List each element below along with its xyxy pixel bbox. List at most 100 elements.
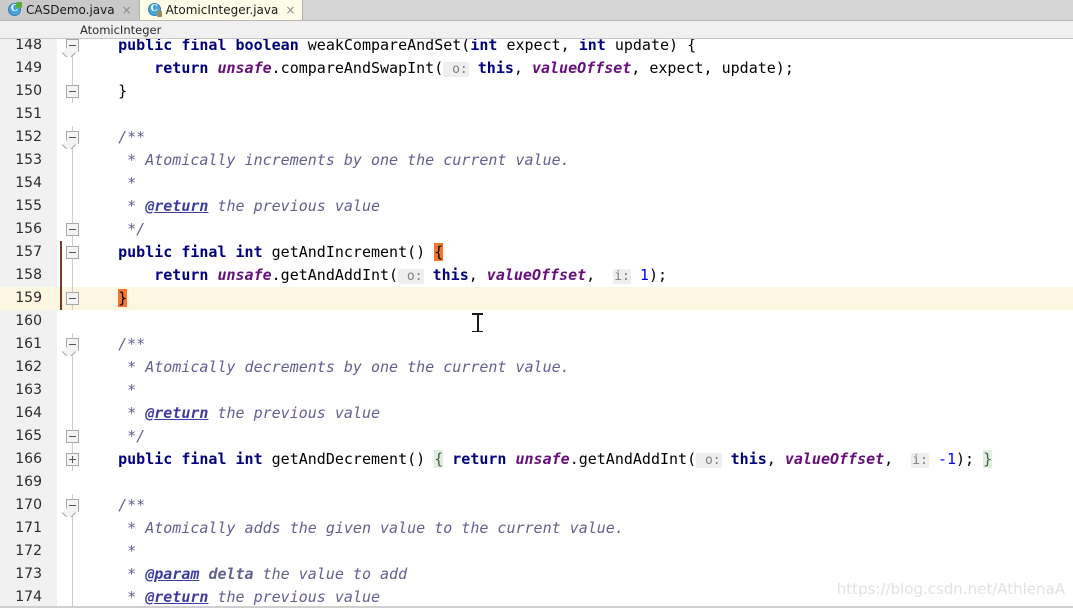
gutter-fold-strip: [57, 517, 80, 540]
code-line[interactable]: 165 */: [0, 425, 1073, 448]
fold-connector-line: [72, 517, 73, 540]
fold-collapse-icon[interactable]: [66, 430, 79, 443]
line-content[interactable]: * @return the previous value: [80, 586, 1073, 608]
breadcrumb-item-class[interactable]: AtomicInteger: [80, 23, 161, 37]
code-line[interactable]: 156 */: [0, 218, 1073, 241]
tab-casdemo[interactable]: C CASDemo.java ×: [0, 0, 140, 20]
line-content[interactable]: * @return the previous value: [80, 195, 1073, 218]
breadcrumb: AtomicInteger: [0, 21, 1073, 39]
fold-collapse-icon[interactable]: [66, 223, 79, 236]
line-content[interactable]: *: [80, 540, 1073, 563]
line-gutter: 154: [0, 172, 80, 195]
code-line[interactable]: 152 /**: [0, 126, 1073, 149]
code-line[interactable]: 153 * Atomically increments by one the c…: [0, 149, 1073, 172]
line-number: 172: [15, 543, 42, 559]
line-gutter: 173: [0, 563, 80, 586]
code-line[interactable]: 158 return unsafe.getAndAddInt( o: this,…: [0, 264, 1073, 287]
code-line[interactable]: 159 }: [0, 287, 1073, 310]
code-token: public final boolean: [118, 39, 308, 54]
fold-expand-icon[interactable]: [66, 453, 79, 466]
code-line[interactable]: 155 * @return the previous value: [0, 195, 1073, 218]
line-number: 173: [15, 566, 42, 582]
line-content[interactable]: /**: [80, 126, 1073, 149]
fold-region-start-icon[interactable]: [66, 131, 79, 144]
line-content[interactable]: * Atomically decrements by one the curre…: [80, 356, 1073, 379]
changed-line-marker[interactable]: [60, 241, 62, 264]
code-line[interactable]: 154 *: [0, 172, 1073, 195]
line-content[interactable]: * Atomically increments by one the curre…: [80, 149, 1073, 172]
code-line[interactable]: 171 * Atomically adds the given value to…: [0, 517, 1073, 540]
code-token: *: [82, 197, 146, 215]
fold-region-start-icon[interactable]: [66, 39, 79, 52]
close-icon[interactable]: ×: [122, 4, 132, 16]
code-token: ,: [513, 59, 532, 77]
code-line[interactable]: 169: [0, 471, 1073, 494]
gutter-fold-strip: [57, 540, 80, 563]
code-line[interactable]: 149 return unsafe.compareAndSwapInt( o: …: [0, 57, 1073, 80]
code-line[interactable]: 157 public final int getAndIncrement() {: [0, 241, 1073, 264]
line-number: 158: [15, 267, 42, 283]
line-gutter: 160: [0, 310, 80, 333]
line-gutter: 166: [0, 448, 80, 471]
line-content[interactable]: [80, 310, 1073, 333]
line-number: 152: [15, 129, 42, 145]
line-gutter: 163: [0, 379, 80, 402]
fold-connector-line: [72, 195, 73, 218]
line-content[interactable]: /**: [80, 494, 1073, 517]
line-content[interactable]: public final boolean weakCompareAndSet(i…: [80, 39, 1073, 57]
code-line[interactable]: 162 * Atomically decrements by one the c…: [0, 356, 1073, 379]
line-content[interactable]: */: [80, 218, 1073, 241]
line-content[interactable]: /**: [80, 333, 1073, 356]
code-token: , expect, update);: [631, 59, 794, 77]
code-token: ,: [468, 266, 487, 284]
line-content[interactable]: [80, 103, 1073, 126]
line-gutter: 171: [0, 517, 80, 540]
line-content[interactable]: public final int getAndIncrement() {: [80, 241, 1073, 264]
fold-connector-line: [72, 149, 73, 172]
line-gutter: 165: [0, 425, 80, 448]
code-token: *: [82, 588, 146, 606]
code-token: int: [470, 39, 498, 54]
code-token: the value to add: [253, 565, 408, 583]
code-line[interactable]: 161 /**: [0, 333, 1073, 356]
line-content[interactable]: *: [80, 172, 1073, 195]
changed-line-marker[interactable]: [60, 287, 62, 310]
fold-collapse-icon[interactable]: [66, 246, 79, 259]
code-line[interactable]: 172 *: [0, 540, 1073, 563]
line-content[interactable]: }: [80, 287, 1073, 310]
line-content[interactable]: }: [80, 80, 1073, 103]
line-content[interactable]: */: [80, 425, 1073, 448]
changed-line-marker[interactable]: [60, 264, 62, 287]
line-content[interactable]: * Atomically adds the given value to the…: [80, 517, 1073, 540]
fold-collapse-icon[interactable]: [66, 85, 79, 98]
line-content[interactable]: * @return the previous value: [80, 402, 1073, 425]
line-number: 171: [15, 520, 42, 536]
gutter-fold-strip: [57, 103, 80, 126]
fold-collapse-icon[interactable]: [66, 292, 79, 305]
code-editor[interactable]: 148 public final boolean weakCompareAndS…: [0, 39, 1073, 608]
line-content[interactable]: * @param delta the value to add: [80, 563, 1073, 586]
editor-tab-bar: C CASDemo.java × C AtomicInteger.java ×: [0, 0, 1073, 21]
tab-atomicinteger[interactable]: C AtomicInteger.java ×: [139, 0, 304, 20]
line-content[interactable]: [80, 471, 1073, 494]
code-line[interactable]: 151: [0, 103, 1073, 126]
close-icon[interactable]: ×: [285, 4, 295, 16]
line-content[interactable]: return unsafe.getAndAddInt( o: this, val…: [80, 264, 1073, 287]
code-line[interactable]: 173 * @param delta the value to add: [0, 563, 1073, 586]
code-line[interactable]: 164 * @return the previous value: [0, 402, 1073, 425]
code-line[interactable]: 174 * @return the previous value: [0, 586, 1073, 608]
code-line[interactable]: 148 public final boolean weakCompareAndS…: [0, 39, 1073, 57]
fold-connector-line: [72, 57, 73, 80]
fold-region-start-icon[interactable]: [66, 338, 79, 351]
code-line[interactable]: 150 }: [0, 80, 1073, 103]
code-line[interactable]: 166 public final int getAndDecrement() {…: [0, 448, 1073, 471]
line-content[interactable]: *: [80, 379, 1073, 402]
code-line[interactable]: 163 *: [0, 379, 1073, 402]
code-line[interactable]: 160: [0, 310, 1073, 333]
line-content[interactable]: public final int getAndDecrement() { ret…: [80, 448, 1073, 471]
line-number: 157: [15, 244, 42, 260]
fold-region-start-icon[interactable]: [66, 499, 79, 512]
code-line[interactable]: 170 /**: [0, 494, 1073, 517]
line-content[interactable]: return unsafe.compareAndSwapInt( o: this…: [80, 57, 1073, 80]
